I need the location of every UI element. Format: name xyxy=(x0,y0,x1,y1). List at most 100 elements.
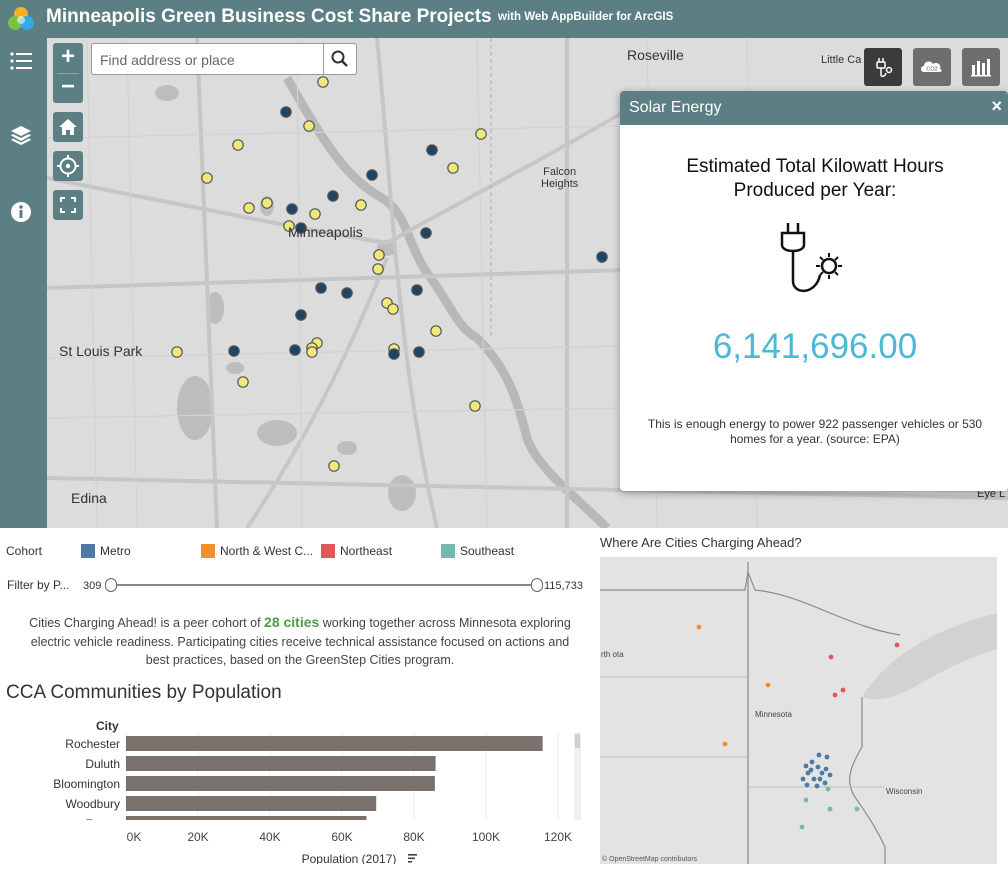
minimap-city-point[interactable] xyxy=(765,682,771,688)
map-point[interactable] xyxy=(373,249,385,261)
minimap-city-point[interactable] xyxy=(824,754,830,760)
info-icon[interactable] xyxy=(6,197,36,227)
map-view[interactable]: Roseville Little Ca Falcon Heights Minne… xyxy=(47,38,1008,528)
sidebar xyxy=(0,38,47,528)
minimap-city-point[interactable] xyxy=(854,806,860,812)
map-point[interactable] xyxy=(315,282,327,294)
map-point[interactable] xyxy=(261,197,273,209)
legend-item-southeast[interactable]: Southeast xyxy=(460,544,514,558)
map-point[interactable] xyxy=(309,208,321,220)
map-point[interactable] xyxy=(430,325,442,337)
map-point[interactable] xyxy=(411,284,423,296)
layers-icon[interactable] xyxy=(6,120,36,150)
search-input[interactable] xyxy=(98,49,324,71)
map-point[interactable] xyxy=(171,346,183,358)
home-button[interactable] xyxy=(53,112,83,142)
scrollbar-thumb[interactable] xyxy=(575,734,580,748)
minimap-city-point[interactable] xyxy=(804,782,810,788)
minimap-city-point[interactable] xyxy=(827,806,833,812)
cohort-label: Cohort xyxy=(6,544,43,558)
minimap-city-point[interactable] xyxy=(808,767,814,773)
legend-item-northeast[interactable]: Northeast xyxy=(340,544,392,558)
map-point[interactable] xyxy=(295,309,307,321)
minimap-city-point[interactable] xyxy=(811,776,817,782)
slider-handle-min[interactable] xyxy=(105,578,117,592)
bar[interactable] xyxy=(126,756,436,771)
zoom-out-button[interactable]: − xyxy=(53,73,83,103)
map-point[interactable] xyxy=(328,460,340,472)
plug-sun-icon xyxy=(876,58,893,78)
minimap-city-point[interactable] xyxy=(816,752,822,758)
minimap-city-point[interactable] xyxy=(832,692,838,698)
map-point[interactable] xyxy=(426,144,438,156)
map-point[interactable] xyxy=(317,76,329,88)
minimap-city-point[interactable] xyxy=(809,759,815,765)
map-point[interactable] xyxy=(372,263,384,275)
map-point[interactable] xyxy=(475,128,487,140)
carbon-widget-button[interactable]: CO2 xyxy=(913,48,951,86)
bar[interactable] xyxy=(126,796,377,811)
solar-widget-button[interactable] xyxy=(864,48,902,86)
minimap-label-dakota: rth ota xyxy=(601,650,624,659)
map-point[interactable] xyxy=(387,303,399,315)
close-button[interactable]: × xyxy=(991,96,1002,117)
legend-swatch-southeast xyxy=(441,544,455,558)
minimap-city-point[interactable] xyxy=(819,770,825,776)
map-point[interactable] xyxy=(366,169,378,181)
search-button[interactable] xyxy=(323,44,356,74)
map-point[interactable] xyxy=(201,172,213,184)
slider-handle-max[interactable] xyxy=(531,578,543,592)
minimap-city-point[interactable] xyxy=(696,624,702,630)
minimap-city-point[interactable] xyxy=(828,654,834,660)
minimap-city-point[interactable] xyxy=(823,766,829,772)
minimap-city-point[interactable] xyxy=(815,764,821,770)
map-point[interactable] xyxy=(228,345,240,357)
bar[interactable] xyxy=(126,776,435,791)
minimap-city-point[interactable] xyxy=(803,797,809,803)
minimap-city-point[interactable] xyxy=(827,772,833,778)
x-tick-label: 120K xyxy=(544,830,572,844)
bar[interactable] xyxy=(126,736,543,751)
map-point[interactable] xyxy=(355,199,367,211)
map-point[interactable] xyxy=(420,227,432,239)
minimap-city-point[interactable] xyxy=(799,824,805,830)
cohort-legend: Cohort Metro North & West C... Northeast… xyxy=(0,530,595,570)
map-point[interactable] xyxy=(280,106,292,118)
legend-item-north-west[interactable]: North & West C... xyxy=(220,544,313,558)
legend-item-metro[interactable]: Metro xyxy=(100,544,131,558)
minimap-city-point[interactable] xyxy=(840,687,846,693)
map-point[interactable] xyxy=(232,139,244,151)
minimap-title: Where Are Cities Charging Ahead? xyxy=(600,535,802,550)
bar-chart-icon xyxy=(971,59,991,77)
minimap-city-point[interactable] xyxy=(825,786,831,792)
map-point[interactable] xyxy=(237,376,249,388)
minimap-city-point[interactable] xyxy=(800,776,806,782)
map-point[interactable] xyxy=(447,162,459,174)
map-point[interactable] xyxy=(303,120,315,132)
minimap-city-point[interactable] xyxy=(822,780,828,786)
minimap[interactable]: Minnesota Wisconsin rth ota © OpenStreet… xyxy=(600,557,997,864)
minimap-label-wisconsin: Wisconsin xyxy=(886,787,922,796)
map-point[interactable] xyxy=(413,346,425,358)
map-point[interactable] xyxy=(469,400,481,412)
minimap-city-point[interactable] xyxy=(817,776,823,782)
panel-note: This is enough energy to power 922 passe… xyxy=(647,417,983,446)
locate-button[interactable] xyxy=(53,151,83,181)
minimap-city-point[interactable] xyxy=(803,763,809,769)
list-icon[interactable] xyxy=(6,46,36,76)
zoom-in-button[interactable]: + xyxy=(53,43,83,73)
minimap-city-point[interactable] xyxy=(894,642,900,648)
fullscreen-button[interactable] xyxy=(53,190,83,220)
minimap-city-point[interactable] xyxy=(722,741,728,747)
map-point[interactable] xyxy=(596,251,608,263)
map-point[interactable] xyxy=(306,346,318,358)
map-point[interactable] xyxy=(341,287,353,299)
minimap-city-point[interactable] xyxy=(814,783,820,789)
map-point[interactable] xyxy=(286,203,298,215)
map-point[interactable] xyxy=(243,202,255,214)
chart-widget-button[interactable] xyxy=(962,48,1000,86)
map-point[interactable] xyxy=(289,344,301,356)
map-point[interactable] xyxy=(388,348,400,360)
map-point[interactable] xyxy=(327,190,339,202)
filter-label: Filter by P... xyxy=(7,578,70,592)
